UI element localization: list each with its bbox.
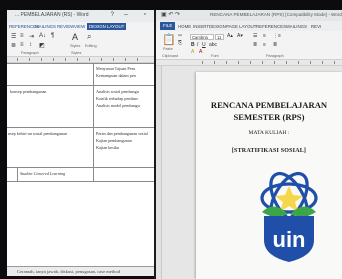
grow-font-icon[interactable]: A▴	[227, 33, 233, 39]
tab-insert[interactable]: INSERT	[193, 24, 209, 29]
multilevel-list-icon[interactable]: ⋮≡	[273, 33, 281, 39]
table-cell: Peran dan pembangunan sosial	[96, 131, 148, 136]
table-cell: Konfik terhadap pemban	[96, 96, 138, 101]
restore-icon[interactable]: ▫	[144, 11, 146, 18]
right-ribbon-tabs: FILE HOME INSERT DESIGN PAGE LAYOUT REFE…	[156, 21, 342, 31]
table-row-divider	[7, 181, 154, 182]
tab-mailings[interactable]: MAILINGS	[35, 24, 56, 29]
course-name: [STRATIFIKASI SOSIAL]	[231, 148, 307, 154]
logo-text: uin	[273, 227, 306, 252]
styles-button-label[interactable]: Styles	[70, 44, 80, 48]
table-row-divider	[7, 85, 154, 86]
font-size-select[interactable]: 11	[215, 34, 224, 40]
editing-button-label[interactable]: Editing	[85, 44, 97, 48]
align-left-icon[interactable]: ≣	[253, 42, 257, 48]
vertical-ruler[interactable]	[156, 66, 162, 279]
redo-icon[interactable]: ↷	[175, 12, 180, 18]
table-cell: Student Centered Learning	[20, 171, 66, 176]
cut-icon[interactable]: ✂	[178, 33, 182, 39]
tab-view[interactable]: VIEW	[74, 24, 85, 29]
editing-icon[interactable]: ⌕	[87, 32, 91, 42]
italic-icon[interactable]: I	[197, 42, 198, 48]
sort-icon[interactable]: A↓	[39, 33, 46, 39]
tab-file[interactable]: FILE	[160, 22, 176, 30]
align-left-icon[interactable]: ≣	[11, 42, 16, 49]
minimize-icon[interactable]: –	[124, 11, 128, 18]
highlight-icon[interactable]: A	[191, 49, 194, 55]
left-word-window: ... PEMBELAJARAN (RS) - Word ? – ▫ REFER…	[7, 10, 154, 276]
paragraph-group-label: Paragraph	[21, 51, 39, 55]
photo-edge-top	[0, 0, 342, 10]
font-name-select[interactable]: Cambria	[190, 34, 214, 40]
tab-review[interactable]: REVIEW	[57, 24, 74, 29]
pilcrow-icon[interactable]: ¶	[51, 33, 54, 39]
paste-icon[interactable]: 📋	[162, 33, 176, 46]
tab-page-layout[interactable]: PAGE LAYOUT	[226, 24, 256, 29]
tab-design[interactable]: DESIGN	[209, 24, 226, 29]
help-icon[interactable]: ?	[111, 12, 114, 18]
table-border	[7, 63, 154, 64]
quick-access-toolbar: ▣ ↶ ↷	[161, 11, 180, 18]
document-title-line1: RENCANA PEMBELAJARAN	[210, 100, 328, 110]
document-subtitle: MATA KULIAH :	[248, 130, 290, 136]
paste-button-label[interactable]: Paste	[163, 47, 173, 51]
font-color-icon[interactable]: A	[199, 49, 202, 55]
strikethrough-icon[interactable]: abc	[209, 42, 217, 48]
left-title-bar: ... PEMBELAJARAN (RS) - Word ? – ▫	[7, 10, 154, 22]
right-title-bar: ▣ ↶ ↷ RENCANA PEMBELAJARAN (RPS) [Compat…	[156, 10, 342, 21]
bottom-table-row: Ceramah, tanya jawab, diskusi, penugasan…	[7, 266, 154, 276]
numbering-icon[interactable]: ≡	[20, 33, 24, 39]
left-ribbon-tabs: REFERENCES MAILINGS REVIEW VIEW DESIGN L…	[7, 22, 154, 31]
styles-group-label: Styles	[71, 51, 82, 55]
table-cell: Kajian kesiku	[96, 145, 120, 150]
undo-icon[interactable]: ↶	[168, 12, 173, 18]
table-cell: Analisis sosial pembangu	[96, 89, 139, 94]
line-spacing-icon[interactable]: ↕	[29, 42, 32, 48]
right-window-title: RENCANA PEMBELAJARAN (RPS) [Compatibilit…	[210, 12, 342, 17]
styles-icon[interactable]: A	[72, 32, 78, 42]
table-cell: Kajian pembangunan	[96, 138, 132, 143]
save-icon[interactable]: ▣	[161, 12, 167, 18]
underline-icon[interactable]: U	[202, 42, 206, 48]
align-right-icon[interactable]: ≣	[273, 42, 277, 48]
right-ribbon: 📋 Paste ✂ ⎘ Cambria 11 A▴ A▾ B I U abc A…	[156, 31, 342, 60]
shading-icon[interactable]: ◩	[39, 42, 45, 49]
align-center-icon[interactable]: ≡	[263, 42, 266, 48]
copy-icon[interactable]: ⎘	[178, 40, 182, 46]
tab-mailings[interactable]: MAILINGS	[286, 24, 307, 29]
table-column-divider	[93, 63, 94, 181]
indent-icon[interactable]: ⇥	[29, 33, 34, 40]
table-row-divider	[7, 127, 154, 128]
bold-icon[interactable]: B	[191, 42, 195, 48]
table-cell: Analisis model pembangu	[96, 103, 140, 108]
left-window-title: ... PEMBELAJARAN (RS) - Word	[15, 12, 89, 18]
bullets-icon[interactable]: ☰	[253, 33, 257, 39]
tab-review[interactable]: REVI	[311, 24, 321, 29]
table-column-divider	[17, 167, 18, 181]
clipboard-group-label: Clipboard	[162, 54, 179, 58]
table-cell: Kemampuan dalam pen	[96, 73, 136, 78]
tab-references[interactable]: REFERENCES	[256, 24, 286, 29]
left-ribbon: ☰ ≡ ⇥ A↓ ¶ ≣ ≡ ↕ ◩ A Styles ⌕ Editing Pa…	[7, 31, 154, 57]
paragraph-group-label: Paragraph	[266, 54, 284, 58]
document-title-line2: SEMESTER (RPS)	[233, 112, 305, 122]
table-cell: nsep kebiri-an sosial pembangunan	[8, 131, 67, 136]
document-page[interactable]: RENCANA PEMBELAJARAN SEMESTER (RPS) MATA…	[196, 72, 342, 279]
shrink-font-icon[interactable]: A▾	[237, 33, 243, 39]
photo-edge-left	[0, 0, 7, 279]
table-cell: konsep pembangunan	[10, 89, 47, 94]
tab-design-layout[interactable]: DESIGN LAYOUT	[87, 23, 127, 30]
numbering-icon[interactable]: ≡	[263, 33, 266, 39]
method-note: Ceramah, tanya jawab, diskusi, penugasan…	[17, 269, 121, 274]
right-word-window: ▣ ↶ ↷ RENCANA PEMBELAJARAN (RPS) [Compat…	[156, 10, 342, 279]
table-row-divider	[7, 167, 154, 168]
uin-logo: uin	[260, 171, 318, 262]
font-group-label: Font	[211, 54, 219, 58]
table-cell: Menyusun Tujuan Pem	[96, 66, 135, 71]
right-horizontal-ruler[interactable]	[156, 60, 342, 66]
align-center-icon[interactable]: ≡	[20, 42, 24, 48]
left-document-area[interactable]: Menyusun Tujuan Pem Kemampuan dalam pen …	[7, 63, 154, 276]
tab-home[interactable]: HOME	[178, 24, 191, 29]
bullets-icon[interactable]: ☰	[11, 33, 16, 40]
